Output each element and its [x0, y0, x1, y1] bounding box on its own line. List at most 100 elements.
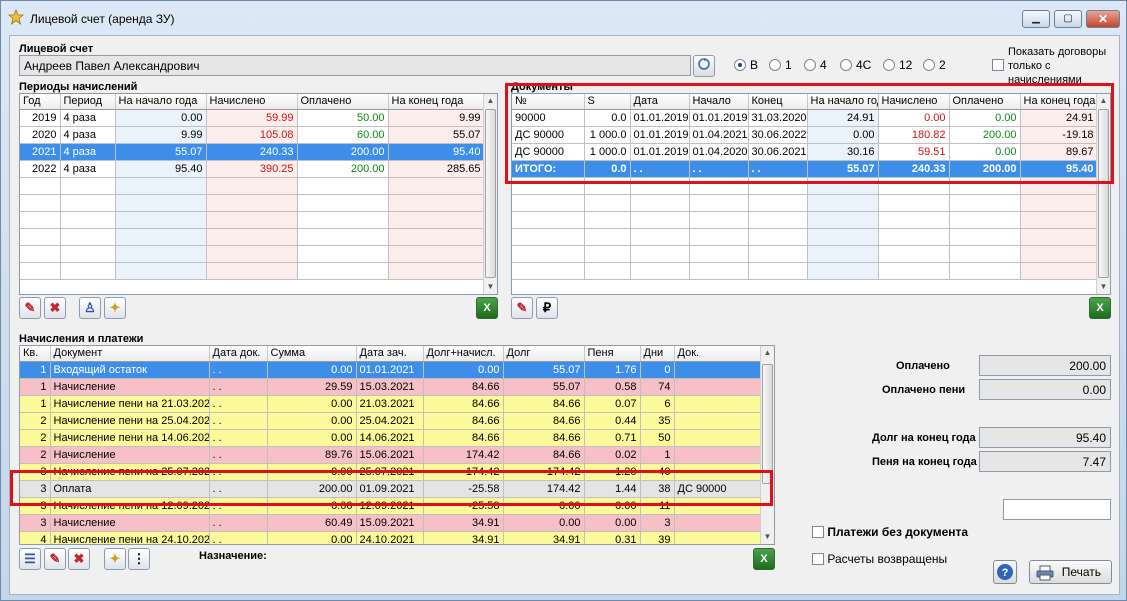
table-row[interactable]: 3 Начисление. . 60.49 15.09.2021 34.91 0.00 0.… [20, 514, 762, 532]
documents-excel-button[interactable]: X [1089, 297, 1111, 319]
column-header[interactable]: На начало года [115, 94, 207, 110]
column-header[interactable]: Док. [674, 346, 762, 362]
table-row[interactable]: 4 Начисление пени на 24.10.2021. . 0.00 24.… [20, 531, 762, 544]
no-doc-payments-checkbox[interactable] [812, 526, 824, 538]
edit-document-button[interactable]: ✎ [511, 297, 533, 319]
table-cell: 0.00 [267, 395, 357, 413]
table-row[interactable]: 2 Начисление пени на 25.04.2021. . 0.00 25.… [20, 412, 762, 430]
table-row[interactable]: 2022 4 раза 95.40 390.25 200.00 285.65 [20, 160, 485, 178]
empty-cell [949, 228, 1021, 246]
help-icon: ? [997, 564, 1013, 580]
print-button[interactable]: Печать [1029, 560, 1112, 584]
column-header[interactable]: Долг+начисл. [423, 346, 504, 362]
column-header[interactable]: Документ [50, 346, 210, 362]
table-cell: 50 [640, 429, 675, 447]
refunded-option[interactable]: Расчеты возвращены [812, 552, 947, 566]
column-header[interactable]: Кв. [20, 346, 51, 362]
table-cell: 4 раза [60, 126, 116, 144]
empty-cell [1020, 245, 1098, 263]
table-cell: Входящий остаток [50, 361, 210, 379]
radio-dot-icon [734, 59, 746, 71]
table-cell: 3 [640, 514, 675, 532]
table-row[interactable]: 2020 4 раза 9.99 105.08 60.00 55.07 [20, 126, 485, 144]
edit-payment-button[interactable]: ✎ [44, 548, 66, 570]
radio-1[interactable]: 1 [769, 58, 792, 72]
table-cell [674, 378, 762, 396]
payments-excel-button[interactable]: X [753, 548, 775, 570]
empty-cell [512, 262, 585, 280]
delete-period-button[interactable]: ✖ [44, 297, 66, 319]
user-period-button[interactable]: ♙ [79, 297, 101, 319]
table-cell: 9.99 [115, 126, 207, 144]
empty-cell [949, 245, 1021, 263]
help-button[interactable]: ? [993, 560, 1017, 584]
scroll-down-icon[interactable]: ▼ [1097, 280, 1110, 294]
table-cell: Начисление [50, 514, 210, 532]
table-row[interactable]: 1 Входящий остаток. . 0.00 01.01.2021 0.00 55… [20, 361, 762, 379]
empty-cell [388, 262, 485, 280]
column-header[interactable]: Год [20, 94, 61, 110]
list-payments-button[interactable]: ☰ [19, 548, 41, 570]
radio-12[interactable]: 12 [883, 58, 912, 72]
scroll-thumb[interactable] [485, 109, 496, 278]
ruble-button[interactable]: ₽ [536, 297, 558, 319]
column-header[interactable]: Долг [503, 346, 585, 362]
edit-period-button[interactable]: ✎ [19, 297, 41, 319]
empty-cell [878, 228, 950, 246]
column-header[interactable]: Пеня [584, 346, 641, 362]
column-header[interactable]: На конец года [388, 94, 485, 110]
no-doc-payments-option[interactable]: Платежи без документа [812, 525, 968, 539]
periods-excel-button[interactable]: X [476, 297, 498, 319]
column-header[interactable]: Начислено [206, 94, 298, 110]
star-icon [8, 9, 24, 25]
pencil-icon: ✎ [49, 551, 61, 566]
column-header[interactable]: Дата док. [209, 346, 268, 362]
table-row[interactable]: 1 Начисление пени на 21.03.2021. . 0.00 21.… [20, 395, 762, 413]
refunded-checkbox[interactable] [812, 553, 824, 565]
empty-cell [807, 194, 879, 212]
empty-row [20, 262, 485, 280]
new-payment-button[interactable]: ✦ [104, 548, 126, 570]
radio-4[interactable]: 4 [804, 58, 827, 72]
empty-cell [388, 245, 485, 263]
extra-input[interactable] [1003, 499, 1111, 520]
column-header[interactable]: Оплачено [297, 94, 389, 110]
minimize-button[interactable]: ▁ [1022, 10, 1050, 28]
delete-payment-button[interactable]: ✖ [68, 548, 90, 570]
radio-2[interactable]: 2 [923, 58, 946, 72]
radio-dot-icon [883, 59, 895, 71]
empty-cell [115, 211, 207, 229]
penalty-end-label: Пеня на конец года [872, 456, 977, 468]
scroll-down-icon[interactable]: ▼ [484, 280, 497, 294]
column-header[interactable]: Дни [640, 346, 675, 362]
periods-scrollbar[interactable]: ▲ ▼ [483, 94, 497, 294]
table-row[interactable]: 2 Начисление. . 89.76 15.06.2021 174.42 84.66… [20, 446, 762, 464]
column-header[interactable]: Дата зач. [356, 346, 424, 362]
purpose-label: Назначение: [199, 550, 267, 562]
paid-label: Оплачено [896, 360, 950, 372]
table-row[interactable]: 1 Начисление. . 29.59 15.03.2021 84.66 55.07 0… [20, 378, 762, 396]
table-row[interactable]: 2 Начисление пени на 14.06.2021. . 0.00 14.… [20, 429, 762, 447]
more-options-button[interactable]: ⋮ [128, 548, 150, 570]
scroll-thumb[interactable] [762, 364, 773, 484]
scroll-down-icon[interactable]: ▼ [761, 530, 774, 544]
radio-b[interactable]: В [734, 58, 758, 72]
empty-cell [60, 211, 116, 229]
account-name-field[interactable]: Андреев Павел Александрович [19, 55, 691, 76]
table-row[interactable]: 2019 4 раза 0.00 59.99 50.00 9.99 [20, 109, 485, 127]
scroll-up-icon[interactable]: ▲ [761, 346, 774, 360]
column-header[interactable]: Сумма [267, 346, 357, 362]
account-lookup-button[interactable] [693, 55, 715, 77]
maximize-button[interactable]: ▢ [1054, 10, 1082, 28]
table-row[interactable]: 2021 4 раза 55.07 240.33 200.00 95.40 [20, 143, 485, 161]
new-period-button[interactable]: ✦ [104, 297, 126, 319]
table-cell: 0.31 [584, 531, 641, 544]
table-cell: 34.91 [423, 514, 504, 532]
payments-scrollbar[interactable]: ▲ ▼ [760, 346, 774, 544]
scroll-up-icon[interactable]: ▲ [484, 94, 497, 108]
radio-4c[interactable]: 4С [840, 58, 871, 72]
column-header[interactable]: Период [60, 94, 116, 110]
close-button[interactable]: ✕ [1086, 10, 1120, 28]
empty-cell [878, 194, 950, 212]
show-contracts-checkbox[interactable] [992, 59, 1004, 71]
